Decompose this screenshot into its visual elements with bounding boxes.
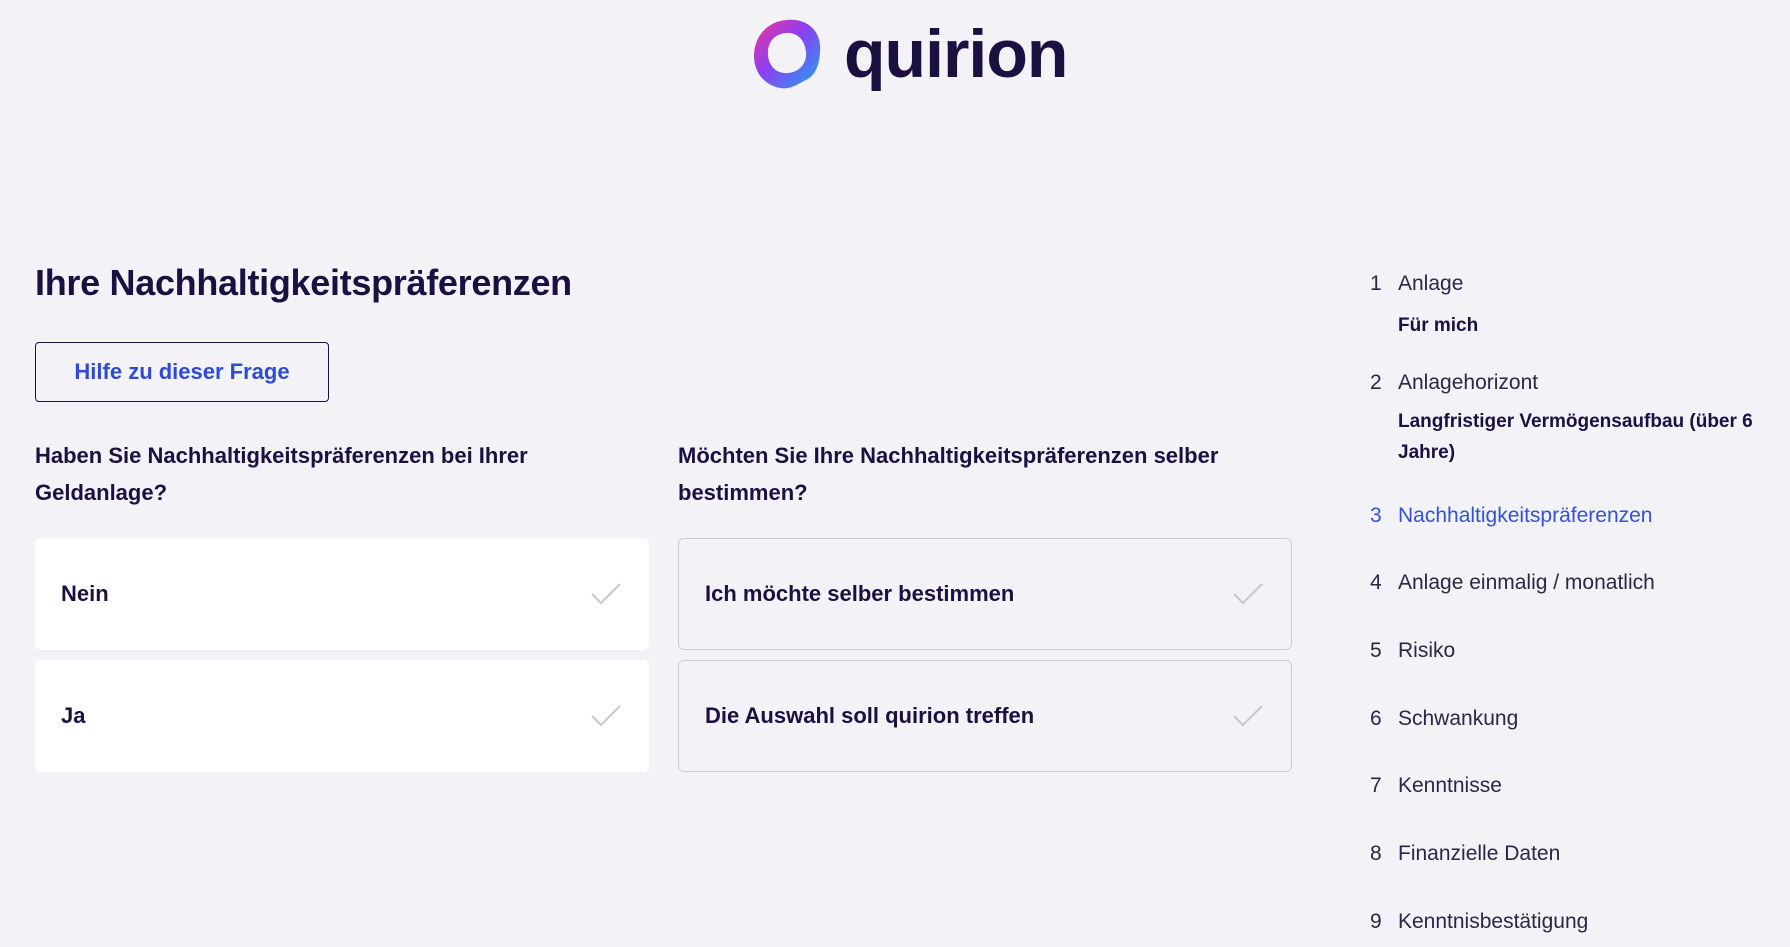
option-label: Ja [61, 703, 86, 728]
step-4-anlage-einmalig-monatlich[interactable]: 4 Anlage einmalig / monatlich [1370, 571, 1655, 595]
check-icon [1233, 705, 1263, 727]
step-8-finanzielle-daten[interactable]: 8 Finanzielle Daten [1370, 842, 1560, 866]
help-button[interactable]: Hilfe zu dieser Frage [35, 342, 329, 402]
step-number: 7 [1370, 774, 1382, 797]
question-text: Haben Sie Nachhaltigkeitspräferenzen bei… [35, 443, 528, 505]
step-2-anlagehorizont[interactable]: 2 Anlagehorizont [1370, 371, 1538, 395]
step-label: Risiko [1398, 639, 1456, 662]
question-sustainability-preferences: Haben Sie Nachhaltigkeitspräferenzen bei… [35, 437, 649, 772]
step-number: 6 [1370, 707, 1382, 730]
step-number: 9 [1370, 910, 1382, 933]
step-number: 3 [1370, 504, 1382, 527]
step-6-schwankung[interactable]: 6 Schwankung [1370, 707, 1518, 731]
step-number: 8 [1370, 842, 1382, 865]
quirion-logo-icon [754, 19, 821, 89]
check-icon [1233, 583, 1263, 605]
option-self-determine[interactable]: Ich möchte selber bestimmen [678, 538, 1292, 650]
step-2-value: Langfristiger Vermögensaufbau (über 6 Ja… [1398, 411, 1753, 463]
step-number: 4 [1370, 571, 1382, 594]
check-icon [591, 583, 621, 605]
step-label: Anlagehorizont [1398, 371, 1539, 394]
option-label: Ich möchte selber bestimmen [705, 581, 1015, 606]
brand-name: quirion [844, 16, 1068, 92]
step-number: 5 [1370, 639, 1382, 662]
step-label: Anlage [1398, 272, 1464, 295]
step-label: Kenntnisbestätigung [1398, 910, 1589, 933]
step-number: 2 [1370, 371, 1382, 394]
question-text: Möchten Sie Ihre Nachhaltigkeitspräferen… [678, 443, 1219, 505]
option-label: Die Auswahl soll quirion treffen [705, 703, 1035, 728]
option-ja[interactable]: Ja [35, 660, 649, 772]
step-9-kenntnisbestaetigung[interactable]: 9 Kenntnisbestätigung [1370, 910, 1588, 934]
option-quirion-decides[interactable]: Die Auswahl soll quirion treffen [678, 660, 1292, 772]
page: quirion Ihre Nachhaltigkeitspräferenzen … [0, 0, 1790, 947]
main-content: Ihre Nachhaltigkeitspräferenzen Hilfe zu… [35, 262, 1295, 772]
check-icon [591, 705, 621, 727]
step-1-anlage[interactable]: 1 Anlage [1370, 272, 1463, 296]
step-5-risiko[interactable]: 5 Risiko [1370, 639, 1455, 663]
option-nein[interactable]: Nein [35, 538, 649, 650]
option-label: Nein [61, 581, 109, 606]
step-label: Kenntnisse [1398, 774, 1502, 797]
step-1-value: Für mich [1398, 315, 1479, 336]
step-7-kenntnisse[interactable]: 7 Kenntnisse [1370, 774, 1502, 798]
question-self-determine: Möchten Sie Ihre Nachhaltigkeitspräferen… [678, 437, 1292, 772]
page-title: Ihre Nachhaltigkeitspräferenzen [35, 262, 572, 303]
brand-logo[interactable]: quirion [750, 16, 1068, 92]
step-number: 1 [1370, 272, 1382, 295]
step-3-nachhaltigkeit[interactable]: 3 Nachhaltigkeitspräferenzen [1370, 504, 1652, 528]
step-label: Schwankung [1398, 707, 1519, 730]
step-label: Anlage einmalig / monatlich [1398, 571, 1655, 594]
step-label: Nachhaltigkeitspräferenzen [1398, 504, 1653, 527]
step-label: Finanzielle Daten [1398, 842, 1561, 865]
